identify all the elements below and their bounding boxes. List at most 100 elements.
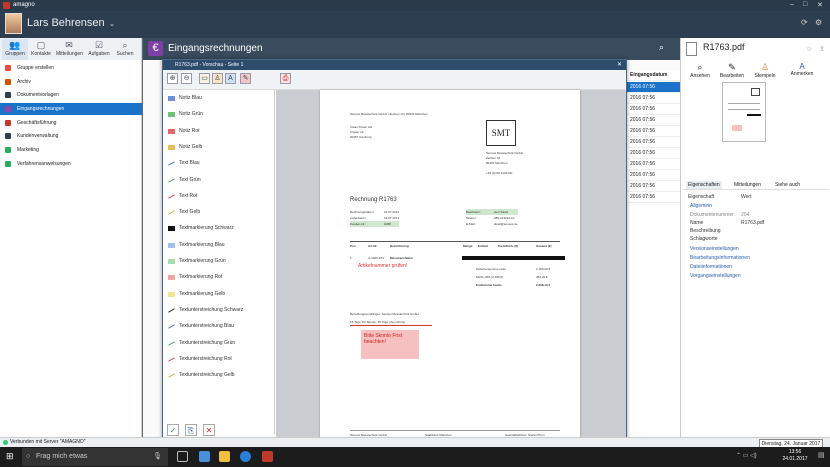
group-item-archiv[interactable]: Archiv xyxy=(0,76,142,88)
group-item-kundenverwaltung[interactable]: Kundenverwaltung xyxy=(0,130,142,142)
tab-eigenschaften[interactable]: Eigenschaften xyxy=(686,181,722,189)
list-item[interactable]: 2016 07:56 xyxy=(626,126,681,137)
confirm-button[interactable]: ✓ xyxy=(167,424,179,436)
red-underline[interactable] xyxy=(350,325,432,326)
prop-dokumentenummer: Dokumentenummer xyxy=(690,212,734,218)
red-annotation-text[interactable]: Artikelnummer prüfen! xyxy=(358,263,407,269)
settings-gear-icon[interactable]: ⚙ xyxy=(815,18,823,27)
sync-icon[interactable]: ⟳ xyxy=(801,18,809,27)
pen-icon xyxy=(168,340,175,346)
save-button[interactable]: ⎘ xyxy=(185,424,197,436)
annotation-tool[interactable]: Text Rot xyxy=(163,190,275,203)
annotation-tool[interactable]: Textmarkierung Rot xyxy=(163,271,275,284)
microphone-icon[interactable]: 🎙 xyxy=(153,448,162,466)
annotation-tool[interactable]: Text Blau xyxy=(163,157,275,170)
annotation-tool[interactable]: Textunterstreichung Blau xyxy=(163,320,275,333)
list-item[interactable]: 2016 07:56 xyxy=(626,181,681,192)
annotation-tool[interactable]: Notiz Blau xyxy=(163,92,275,105)
tab-mitteilungen[interactable]: Mitteilungen xyxy=(732,181,763,189)
annotation-tool[interactable]: Textunterstreichung Schwarz xyxy=(163,304,275,317)
prop-name-value[interactable]: R1763.pdf xyxy=(741,220,764,226)
action-bearbeiten[interactable]: ✎ Bearbeiten xyxy=(715,62,749,79)
list-item[interactable]: 2016 07:56 xyxy=(626,192,681,203)
nav-suchen[interactable]: ⌕ Suchen xyxy=(112,39,138,60)
sticky-note[interactable]: Bitte Skonto Frist beachten! xyxy=(361,330,419,359)
column-header-date[interactable]: Eingangsdatum xyxy=(626,70,681,81)
blackout-redaction[interactable] xyxy=(462,256,565,260)
annotation-tool[interactable]: Text Gelb xyxy=(163,206,275,219)
nav-aufgaben[interactable]: ☑ Aufgaben xyxy=(86,39,112,60)
action-anmerken[interactable]: A Anmerken xyxy=(784,62,820,77)
detail-tabs: Eigenschaften Mitteilungen Siehe auch xyxy=(683,180,829,190)
amagno-app-icon[interactable] xyxy=(262,451,273,462)
text-mark-icon[interactable]: A xyxy=(225,73,236,84)
section-bearbeitungsinformationen[interactable]: Bearbeitungsinformationen xyxy=(690,255,750,261)
group-item-dokumentvorlagen[interactable]: Dokumentvorlagen xyxy=(0,89,142,101)
group-item-verfahrensanweisungen[interactable]: Verfahrensanweisungen xyxy=(0,158,142,170)
annotation-tool[interactable]: Textmarkierung Schwarz xyxy=(163,222,275,235)
list-item[interactable]: 2016 07:56 xyxy=(626,159,681,170)
annotation-tool[interactable]: Notiz Grün xyxy=(163,108,275,121)
close-button[interactable]: ✕ xyxy=(817,1,823,9)
edge-browser-icon[interactable] xyxy=(199,451,210,462)
invoice-page[interactable]: Sensus Messtechnik GmbH | Zechen 10 | 80… xyxy=(320,90,580,447)
annotation-tool[interactable]: Notiz Rot xyxy=(163,125,275,138)
maximize-button[interactable]: □ xyxy=(803,1,807,8)
list-item[interactable]: 2016 07:56 xyxy=(626,137,681,148)
annotation-tool[interactable]: Textunterstreichung Gelb xyxy=(163,369,275,382)
tray-icons[interactable]: ⌃ ▭ ◁) xyxy=(736,452,757,459)
annotation-tool[interactable]: Textmarkierung Grün xyxy=(163,255,275,268)
prop-schlagworte[interactable]: Schlagworte xyxy=(690,236,718,242)
zoom-out-icon[interactable]: ⊖ xyxy=(181,73,192,84)
note-tool-icon[interactable]: ▭ xyxy=(199,73,210,84)
action-ansehen[interactable]: ⌕ Ansehen xyxy=(686,62,714,79)
group-item-create[interactable]: Gruppe erstellen xyxy=(0,62,142,74)
nav-kontakte[interactable]: ▢ Kontakte xyxy=(28,39,54,60)
notifications-icon[interactable]: ▤ xyxy=(818,451,825,459)
payment-terms: 15 Tage 3% Skonto, 30 Tage ohne Abzug xyxy=(350,320,405,324)
annotation-tool[interactable]: Notiz Gelb xyxy=(163,141,275,154)
list-item[interactable]: 2016 07:56 xyxy=(626,82,681,93)
section-versionseinstellungen[interactable]: Versionseinstellungen xyxy=(690,246,739,252)
task-view-icon[interactable] xyxy=(177,451,188,462)
windows-start-icon[interactable]: ⊞ xyxy=(6,451,16,461)
nav-gruppen[interactable]: 👥 Gruppen xyxy=(2,39,28,60)
section-vorgangseinstellungen[interactable]: Vorgangseinstellungen xyxy=(690,273,741,279)
star-icon[interactable]: ☆ xyxy=(806,45,812,53)
user-name-menu[interactable]: Lars Behrensen ⌄ xyxy=(27,17,115,29)
section-allgemein[interactable]: Allgemein xyxy=(690,203,712,209)
annotation-tool[interactable]: Textunterstreichung Rot xyxy=(163,353,275,366)
cancel-button[interactable]: ✕ xyxy=(203,424,215,436)
clock[interactable]: 13:56 24.01.2017 xyxy=(775,449,815,463)
group-item-geschaeftsfuehrung[interactable]: Geschäftsführung xyxy=(0,117,142,129)
list-item[interactable]: 2016 07:56 xyxy=(626,104,681,115)
share-icon[interactable]: ⇪ xyxy=(819,45,825,53)
annotation-tool[interactable]: Textunterstreichung Grün xyxy=(163,337,275,350)
action-stempeln[interactable]: ♙ Stempeln xyxy=(748,62,782,79)
avatar[interactable] xyxy=(5,13,22,34)
close-icon[interactable]: ✕ xyxy=(617,60,622,70)
document-thumbnail[interactable] xyxy=(722,82,766,142)
comment-tool-icon[interactable]: ✎ xyxy=(240,73,251,84)
stamp-tool-icon[interactable]: ♙ xyxy=(212,73,223,84)
nav-mitteilungen[interactable]: ✉ Mitteilungen xyxy=(56,39,83,60)
section-dateiinformationen[interactable]: Dateiinformationen xyxy=(690,264,732,270)
annotation-tool[interactable]: Textmarkierung Gelb xyxy=(163,288,275,301)
pdf-export-icon[interactable]: ⎙ xyxy=(280,73,291,84)
annotation-tool[interactable]: Text Grün xyxy=(163,174,275,187)
list-item[interactable]: 2016 07:56 xyxy=(626,170,681,181)
taskbar-search[interactable]: ○ Frag mich etwas 🎙 xyxy=(22,448,168,466)
list-item[interactable]: 2016 07:56 xyxy=(626,115,681,126)
prop-beschreibung[interactable]: Beschreibung xyxy=(690,228,721,234)
zoom-in-icon[interactable]: ⊕ xyxy=(167,73,178,84)
list-item[interactable]: 2016 07:56 xyxy=(626,148,681,159)
group-item-eingangsrechnungen[interactable]: Eingangsrechnungen xyxy=(0,103,142,115)
file-explorer-icon[interactable] xyxy=(219,451,230,462)
minimize-button[interactable]: – xyxy=(790,1,794,8)
annotation-tool[interactable]: Textmarkierung Blau xyxy=(163,239,275,252)
search-icon[interactable]: ⌕ xyxy=(659,42,664,53)
tab-siehe-auch[interactable]: Siehe auch xyxy=(773,181,802,189)
list-item[interactable]: 2016 07:56 xyxy=(626,93,681,104)
group-item-marketing[interactable]: Marketing xyxy=(0,144,142,156)
ie-browser-icon[interactable] xyxy=(240,451,251,462)
